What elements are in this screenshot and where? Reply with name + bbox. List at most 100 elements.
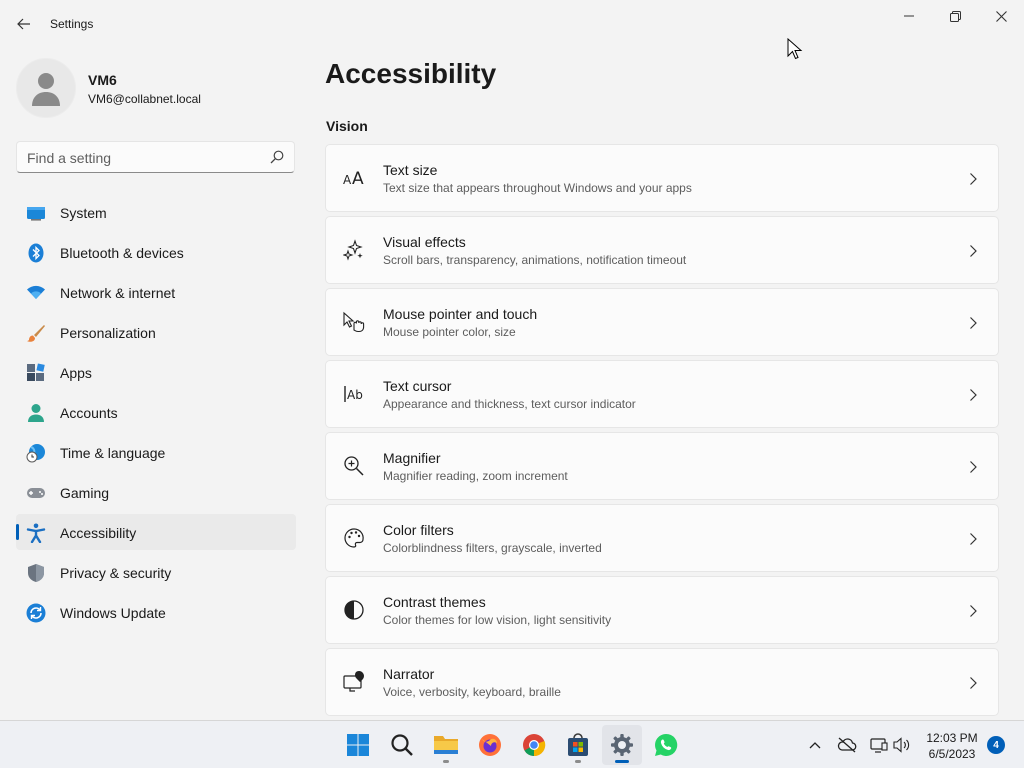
sidebar-item-label: Privacy & security — [60, 565, 172, 581]
minimize-button[interactable] — [886, 0, 932, 32]
sparkle-icon — [343, 239, 363, 261]
taskbar-settings[interactable] — [602, 725, 642, 765]
gamepad-icon — [27, 488, 45, 498]
card-title: Color filters — [383, 522, 454, 538]
pointer-touch-icon — [343, 311, 365, 333]
settings-icon — [611, 734, 633, 756]
sidebar-item-label: System — [60, 205, 107, 221]
search-icon — [391, 734, 413, 756]
card-description: Color themes for low vision, light sensi… — [383, 613, 612, 627]
sidebar-item-label: Accessibility — [60, 525, 137, 541]
chevron-right-icon — [970, 461, 977, 473]
chevron-right-icon — [970, 389, 977, 401]
accessibility-icon — [26, 523, 46, 543]
svg-text:A: A — [352, 169, 364, 189]
user-profile[interactable]: VM6 VM6@collabnet.local — [16, 58, 296, 118]
sidebar-item-accounts[interactable]: Accounts — [16, 394, 296, 430]
section-title-vision: Vision — [326, 118, 368, 134]
sidebar-item-privacy[interactable]: Privacy & security — [16, 554, 296, 590]
chevron-up-icon — [809, 742, 821, 749]
sidebar-item-bluetooth[interactable]: Bluetooth & devices — [16, 234, 296, 270]
sidebar-item-time-language[interactable]: Time & language — [16, 434, 296, 470]
speaker-icon — [893, 737, 910, 753]
firefox-icon — [479, 734, 501, 756]
active-indicator — [615, 760, 629, 763]
clock[interactable]: 12:03 PM 6/5/2023 — [918, 730, 986, 762]
sidebar-item-network[interactable]: Network & internet — [16, 274, 296, 310]
taskbar-file-explorer[interactable] — [426, 725, 466, 765]
card-description: Text size that appears throughout Window… — [383, 181, 692, 195]
restore-icon — [949, 10, 961, 22]
card-contrast-themes[interactable]: Contrast themes Color themes for low vis… — [325, 576, 999, 644]
sidebar-item-personalization[interactable]: Personalization — [16, 314, 296, 350]
sidebar-item-label: Personalization — [60, 325, 156, 341]
restore-button[interactable] — [932, 0, 978, 32]
user-name: VM6 — [88, 72, 117, 88]
sidebar-item-windows-update[interactable]: Windows Update — [16, 594, 296, 630]
user-avatar-icon — [32, 73, 60, 106]
card-magnifier[interactable]: Magnifier Magnifier reading, zoom increm… — [325, 432, 999, 500]
back-button[interactable] — [8, 8, 40, 40]
sidebar-item-label: Network & internet — [60, 285, 176, 301]
sidebar-item-system[interactable]: System — [16, 194, 296, 230]
network-icon — [870, 738, 888, 753]
cloud-offline-icon — [837, 737, 857, 753]
running-indicator — [443, 760, 449, 763]
file-explorer-icon — [434, 736, 458, 754]
apps-icon — [27, 363, 45, 381]
title-bar: Settings — [0, 0, 1024, 48]
sidebar-nav: System Bluetooth & devices Network & int… — [16, 194, 296, 634]
card-description: Appearance and thickness, text cursor in… — [383, 397, 636, 411]
sidebar-item-accessibility[interactable]: Accessibility — [16, 514, 296, 550]
taskbar-search-button[interactable] — [382, 725, 422, 765]
whatsapp-icon — [655, 733, 678, 756]
close-icon — [995, 10, 1007, 22]
search-icon — [270, 150, 284, 164]
store-icon — [568, 733, 588, 756]
card-description: Voice, verbosity, keyboard, braille — [383, 685, 561, 699]
card-description: Mouse pointer color, size — [383, 325, 516, 339]
text-cursor-icon: Ab — [344, 386, 363, 402]
chevron-right-icon — [970, 317, 977, 329]
chrome-icon — [523, 734, 546, 757]
card-title: Text size — [383, 162, 438, 178]
card-visual-effects[interactable]: Visual effects Scroll bars, transparency… — [325, 216, 999, 284]
sidebar-item-label: Apps — [60, 365, 92, 381]
show-hidden-icons-button[interactable] — [805, 735, 825, 755]
close-button[interactable] — [978, 0, 1024, 32]
taskbar-store[interactable] — [558, 725, 598, 765]
card-description: Magnifier reading, zoom increment — [383, 469, 568, 483]
notification-badge[interactable]: 4 — [987, 736, 1005, 754]
chevron-right-icon — [970, 677, 977, 689]
taskbar-whatsapp[interactable] — [646, 725, 686, 765]
chevron-right-icon — [970, 605, 977, 617]
card-narrator[interactable]: Narrator Voice, verbosity, keyboard, bra… — [325, 648, 999, 716]
shield-icon — [28, 564, 44, 582]
system-icon — [27, 207, 45, 221]
taskbar-start-button[interactable] — [338, 725, 378, 765]
running-indicator — [575, 760, 581, 763]
magnifier-icon — [344, 456, 364, 476]
card-text-size[interactable]: AA Text size Text size that appears thro… — [325, 144, 999, 212]
sidebar-item-gaming[interactable]: Gaming — [16, 474, 296, 510]
search-input[interactable]: Find a setting — [16, 141, 295, 173]
taskbar-firefox[interactable] — [470, 725, 510, 765]
taskbar-chrome[interactable] — [514, 725, 554, 765]
minimize-icon — [904, 15, 914, 17]
card-text-cursor[interactable]: Ab Text cursor Appearance and thickness,… — [325, 360, 999, 428]
card-title: Text cursor — [383, 378, 452, 394]
sidebar-item-apps[interactable]: Apps — [16, 354, 296, 390]
page-title: Accessibility — [325, 58, 497, 89]
network-status[interactable] — [869, 735, 889, 755]
volume-control[interactable] — [892, 735, 912, 755]
sidebar-item-label: Bluetooth & devices — [60, 245, 184, 261]
search-placeholder: Find a setting — [27, 150, 112, 166]
globe-clock-icon — [26, 444, 45, 463]
onedrive-status[interactable] — [837, 735, 857, 755]
card-mouse-pointer-touch[interactable]: Mouse pointer and touch Mouse pointer co… — [325, 288, 999, 356]
clock-date: 6/5/2023 — [928, 747, 976, 761]
brush-icon — [27, 325, 45, 342]
back-arrow-icon — [17, 18, 30, 30]
user-email: VM6@collabnet.local — [88, 92, 201, 106]
card-color-filters[interactable]: Color filters Colorblindness filters, gr… — [325, 504, 999, 572]
